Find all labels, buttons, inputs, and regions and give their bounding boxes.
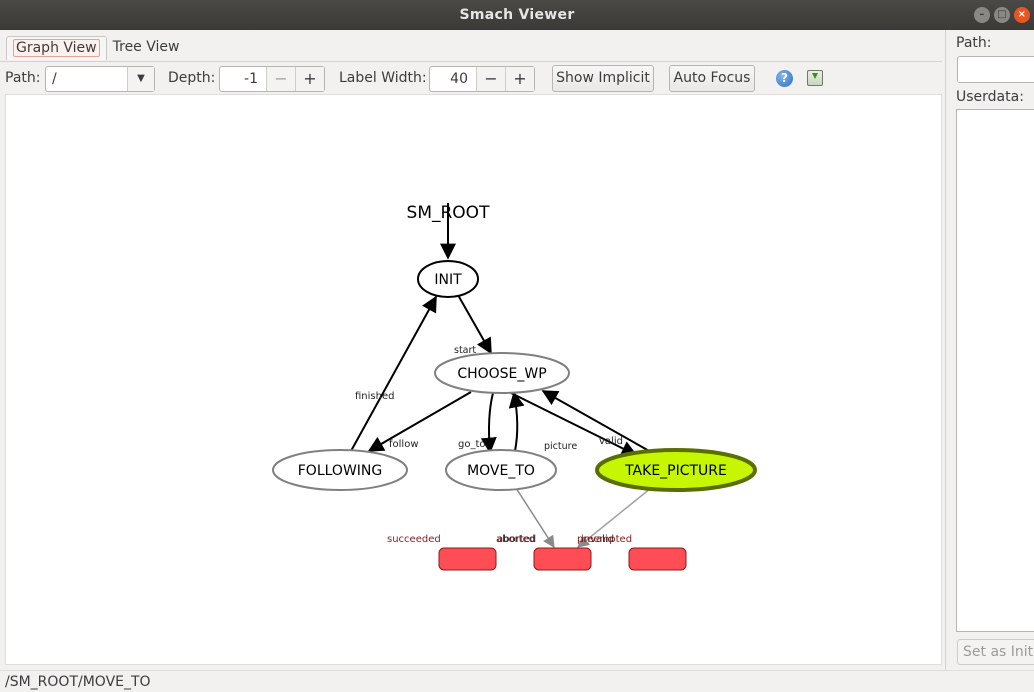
state-machine-graph[interactable]: start finished follow go_to succeeded pi… (6, 95, 943, 666)
window-titlebar: Smach Viewer – □ × (0, 0, 1034, 30)
depth-label: Depth: (168, 70, 216, 86)
graph-panel: Graph View Tree View Path: / ▼ Depth: -1… (0, 30, 945, 670)
outcome-aborted[interactable] (533, 547, 592, 571)
maximize-icon[interactable]: □ (994, 7, 1010, 23)
label-width-decrement-button[interactable]: − (476, 67, 505, 91)
state-move-to[interactable]: MOVE_TO (445, 449, 557, 491)
set-initial-state-button[interactable]: Set as Initial State (957, 639, 1034, 665)
right-path-label: Path: (956, 35, 992, 51)
label-go-to: go_to (458, 439, 486, 450)
window-controls: – □ × (974, 7, 1030, 23)
userdata-label: Userdata: (956, 89, 1024, 105)
path-combobox[interactable]: / ▼ (45, 66, 155, 92)
show-implicit-button[interactable]: Show Implicit (552, 65, 654, 92)
label-width-value[interactable]: 40 (430, 67, 476, 91)
root-label: SM_ROOT (407, 203, 491, 223)
state-choose-wp[interactable]: CHOOSE_WP (434, 352, 570, 394)
save-icon[interactable] (807, 70, 823, 86)
state-take-picture-label: TAKE_PICTURE (624, 463, 727, 479)
label-valid: valid (599, 436, 623, 447)
edge-finished (350, 295, 437, 452)
depth-value[interactable]: -1 (220, 67, 266, 91)
label-finished: finished (355, 391, 394, 402)
view-tabs: Graph View Tree View (6, 36, 185, 60)
state-following-label: FOLLOWING (298, 463, 383, 479)
state-move-to-label: MOVE_TO (467, 463, 535, 479)
tab-graph-view[interactable]: Graph View (6, 36, 107, 60)
status-bar: /SM_ROOT/MOVE_TO (0, 670, 1034, 692)
right-path-input[interactable] (957, 56, 1034, 83)
graph-canvas[interactable]: start finished follow go_to succeeded pi… (5, 94, 942, 665)
state-following[interactable]: FOLLOWING (272, 449, 408, 491)
userdata-panel: Path: Userdata: Set as Initial State (945, 30, 1034, 670)
userdata-textarea[interactable] (956, 109, 1034, 632)
label-picture: picture (544, 441, 577, 452)
depth-increment-button[interactable]: + (295, 67, 324, 91)
outcome-preempted[interactable] (628, 547, 687, 571)
label-width-spinbox[interactable]: 40 − + (429, 66, 535, 92)
depth-decrement-button[interactable]: − (266, 67, 295, 91)
state-choose-wp-label: CHOOSE_WP (457, 366, 546, 382)
dropdown-arrow-icon[interactable]: ▼ (127, 67, 154, 91)
outcome-preempted-label: preempted (577, 534, 632, 545)
label-width-increment-button[interactable]: + (505, 67, 534, 91)
outcome-aborted-label: aborted (496, 534, 535, 545)
outcome-succeeded-label: succeeded (387, 534, 441, 545)
auto-focus-button[interactable]: Auto Focus (669, 65, 755, 92)
close-icon[interactable]: × (1014, 7, 1030, 23)
graph-toolbar: Path: / ▼ Depth: -1 − + Label Width: 40 … (0, 61, 942, 94)
minimize-icon[interactable]: – (974, 7, 990, 23)
tab-tree-view[interactable]: Tree View (107, 36, 186, 60)
path-label: Path: (5, 70, 41, 86)
state-take-picture[interactable]: TAKE_PICTURE (595, 448, 757, 492)
window-title: Smach Viewer (459, 7, 575, 23)
edge-go-to (480, 392, 497, 454)
edge-succeeded (508, 391, 525, 452)
tab-graph-view-label: Graph View (13, 39, 100, 57)
label-width-label: Label Width: (339, 70, 427, 86)
state-init-label: INIT (434, 272, 462, 288)
help-icon[interactable]: ? (776, 70, 793, 87)
path-combobox-value: / (52, 71, 57, 87)
tab-tree-view-label: Tree View (112, 39, 180, 55)
state-init[interactable]: INIT (417, 260, 479, 298)
depth-spinbox[interactable]: -1 − + (219, 66, 325, 92)
status-path: /SM_ROOT/MOVE_TO (5, 674, 151, 690)
label-follow: follow (389, 439, 419, 450)
outcome-succeeded[interactable] (438, 547, 497, 571)
